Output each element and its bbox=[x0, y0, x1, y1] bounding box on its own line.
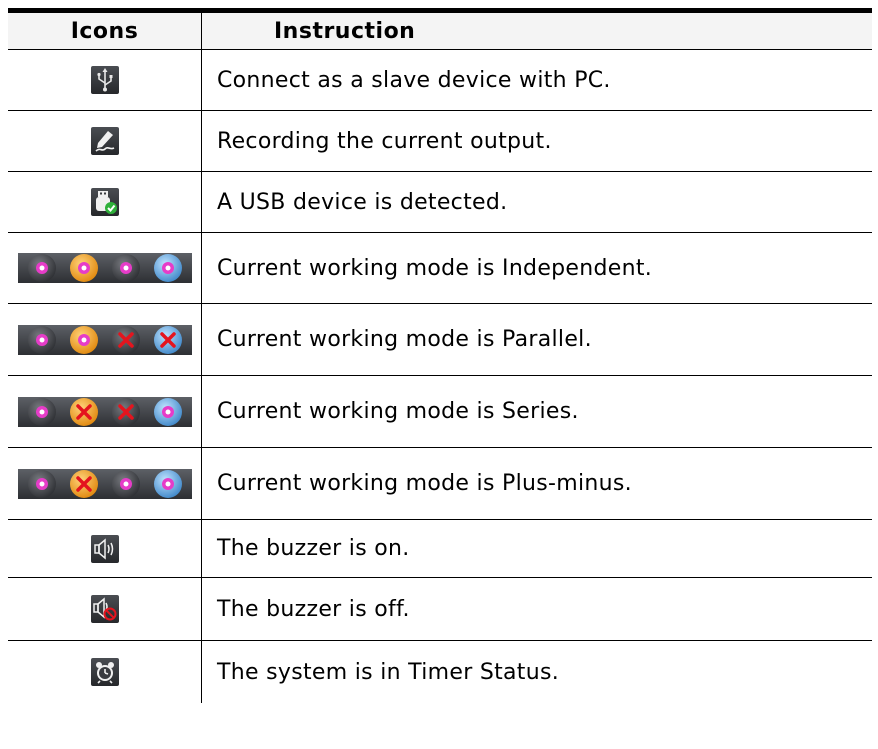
table-row: Current working mode is Plus-minus. bbox=[8, 448, 872, 520]
instruction-text: Connect as a slave device with PC. bbox=[201, 50, 872, 110]
icon-instruction-table: Icons Instruction Connect as a slave dev… bbox=[8, 8, 872, 703]
instruction-text: The system is in Timer Status. bbox=[201, 641, 872, 703]
instruction-text: A USB device is detected. bbox=[201, 172, 872, 232]
usb-device-detected-icon bbox=[90, 188, 119, 216]
mode-series-icon bbox=[17, 396, 192, 427]
buzzer-off-icon bbox=[90, 595, 119, 623]
table-row: The system is in Timer Status. bbox=[8, 641, 872, 703]
instruction-text: The buzzer is on. bbox=[201, 520, 872, 577]
buzzer-on-icon bbox=[90, 534, 119, 563]
header-icons: Icons bbox=[70, 18, 139, 44]
timer-alarm-clock-icon bbox=[90, 658, 119, 686]
table-row: Recording the current output. bbox=[8, 111, 872, 172]
table-row: Current working mode is Series. bbox=[8, 376, 872, 448]
table-row: Current working mode is Parallel. bbox=[8, 304, 872, 376]
instruction-text: The buzzer is off. bbox=[201, 578, 872, 640]
table-row: A USB device is detected. bbox=[8, 172, 872, 233]
instruction-text: Current working mode is Independent. bbox=[201, 233, 872, 303]
mode-plus-minus-icon bbox=[17, 468, 192, 499]
table-header-row: Icons Instruction bbox=[8, 13, 872, 50]
instruction-text: Current working mode is Series. bbox=[201, 376, 872, 447]
header-instruction: Instruction bbox=[201, 13, 872, 49]
recording-pen-icon bbox=[90, 127, 119, 155]
table-row: Current working mode is Independent. bbox=[8, 233, 872, 304]
usb-icon bbox=[90, 66, 119, 94]
instruction-text: Current working mode is Plus-minus. bbox=[201, 448, 872, 519]
instruction-text: Recording the current output. bbox=[201, 111, 872, 171]
table-row: The buzzer is off. bbox=[8, 578, 872, 641]
table-row: The buzzer is on. bbox=[8, 520, 872, 578]
table-row: Connect as a slave device with PC. bbox=[8, 50, 872, 111]
instruction-text: Current working mode is Parallel. bbox=[201, 304, 872, 375]
mode-independent-icon bbox=[17, 253, 192, 283]
mode-parallel-icon bbox=[17, 324, 192, 355]
